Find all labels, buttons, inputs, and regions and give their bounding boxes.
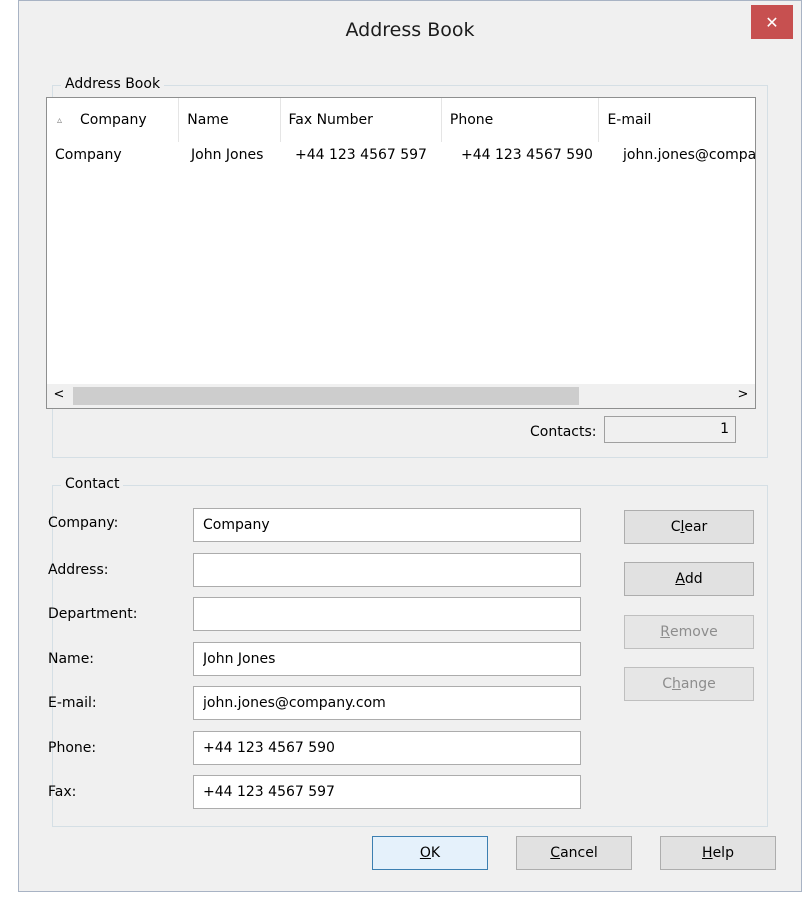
cancel-button[interactable]: Cancel <box>516 836 632 870</box>
column-header-fax[interactable]: Fax Number <box>281 98 442 142</box>
column-header-label: Phone <box>449 112 494 128</box>
cell-phone: +44 123 4567 590 <box>461 147 593 163</box>
cell-fax: +44 123 4567 597 <box>295 147 427 163</box>
button-label-mnemonic: C <box>550 845 561 861</box>
column-header-company[interactable]: ▵ Company <box>47 98 180 142</box>
email-field[interactable] <box>193 686 581 720</box>
change-button[interactable]: Ch ange <box>624 667 754 701</box>
button-label-pre: C <box>670 519 681 535</box>
phone-field[interactable] <box>193 731 581 765</box>
scroll-left-icon[interactable]: < <box>51 387 67 405</box>
title-bar: Address Book ✕ <box>19 1 801 63</box>
button-label-post: elp <box>712 845 734 861</box>
close-icon[interactable]: ✕ <box>751 5 793 39</box>
column-header-label: E-mail <box>607 112 652 128</box>
list-header: ▵ Company Name Fax Number Phone E-mail <box>47 98 755 142</box>
clear-button[interactable]: Cl ear <box>624 510 754 544</box>
button-label-mnemonic: R <box>660 624 670 640</box>
add-button[interactable]: Add <box>624 562 754 596</box>
sort-up-icon: ▵ <box>57 114 63 126</box>
button-label-post: ear <box>684 519 708 535</box>
fax-label: Fax: <box>48 784 77 800</box>
remove-button[interactable]: Remove <box>624 615 754 649</box>
help-button[interactable]: Help <box>660 836 776 870</box>
button-label-post: K <box>430 845 441 861</box>
button-label-mnemonic: O <box>419 845 431 861</box>
company-field[interactable] <box>193 508 581 542</box>
contact-group-legend: Contact <box>61 476 124 492</box>
button-label-post: ancel <box>560 845 598 861</box>
button-label-mnemonic: H <box>702 845 713 861</box>
cell-name: John Jones <box>191 147 264 163</box>
address-book-group-legend: Address Book <box>61 76 165 92</box>
button-label-pre: C <box>662 676 672 692</box>
scroll-right-icon[interactable]: > <box>735 387 751 405</box>
column-header-email[interactable]: E-mail <box>599 98 755 142</box>
column-header-label: Name <box>187 112 229 128</box>
company-label: Company: <box>48 515 119 531</box>
table-row[interactable]: Company John Jones +44 123 4567 597 +44 … <box>47 142 755 168</box>
address-label: Address: <box>48 562 109 578</box>
email-label: E-mail: <box>48 695 97 711</box>
ok-button[interactable]: OK <box>372 836 488 870</box>
button-label-post: ange <box>680 676 716 692</box>
address-field[interactable] <box>193 553 581 587</box>
column-header-phone[interactable]: Phone <box>442 98 600 142</box>
button-label-mnemonic: h <box>671 676 681 692</box>
button-label-post: emove <box>670 624 718 640</box>
contacts-count-label: Contacts: <box>530 424 597 440</box>
horizontal-scrollbar[interactable]: < > <box>47 384 755 408</box>
cell-email: john.jones@company.com <box>623 147 755 163</box>
scrollbar-thumb[interactable] <box>73 387 579 405</box>
department-field[interactable] <box>193 597 581 631</box>
name-field[interactable] <box>193 642 581 676</box>
phone-label: Phone: <box>48 740 97 756</box>
button-label-mnemonic: A <box>675 571 685 587</box>
contacts-count-value: 1 <box>604 416 736 443</box>
column-header-label: Fax Number <box>288 112 373 128</box>
window-title: Address Book <box>345 19 475 41</box>
button-label-post: dd <box>684 571 703 587</box>
contacts-list[interactable]: ▵ Company Name Fax Number Phone E-mail C… <box>46 97 756 409</box>
fax-field[interactable] <box>193 775 581 809</box>
column-header-label: Company <box>80 112 147 128</box>
name-label: Name: <box>48 651 95 667</box>
column-header-name[interactable]: Name <box>179 98 281 142</box>
cell-company: Company <box>55 147 122 163</box>
department-label: Department: <box>48 606 138 622</box>
